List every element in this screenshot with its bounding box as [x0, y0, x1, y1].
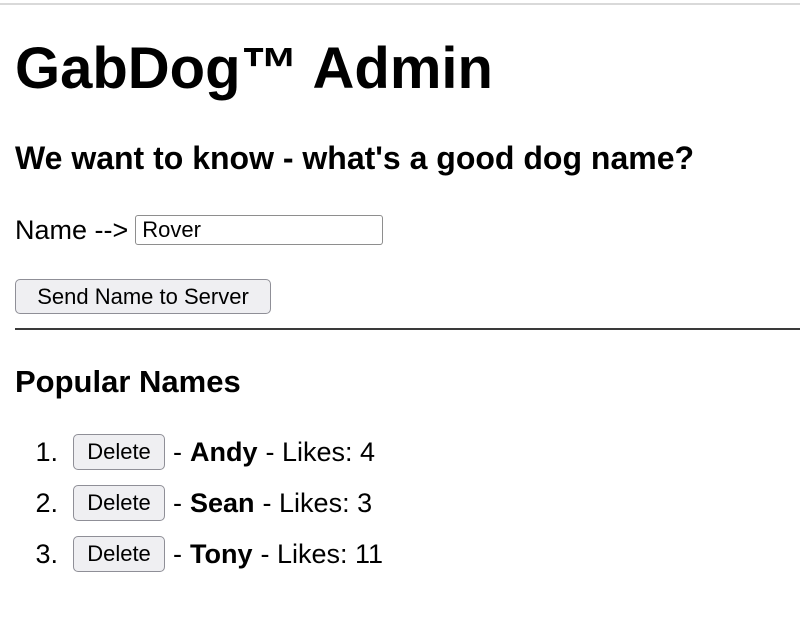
list-item-number: 2. [35, 487, 58, 518]
likes-prefix: - Likes: [265, 436, 353, 467]
delete-button[interactable]: Delete [73, 434, 165, 470]
section-divider [15, 328, 800, 330]
question-heading: We want to know - what's a good dog name… [15, 140, 695, 176]
list-item-number: 1. [35, 436, 58, 467]
dog-name: Sean [190, 487, 255, 518]
name-label: Name --> [15, 214, 129, 245]
send-name-button[interactable]: Send Name to Server [15, 279, 271, 314]
popular-names-heading: Popular Names [15, 364, 241, 399]
dog-name: Andy [190, 436, 258, 467]
delete-button[interactable]: Delete [73, 536, 165, 572]
page-title: GabDog™ Admin [15, 36, 493, 101]
list-item-number: 3. [35, 538, 58, 569]
list-item: 1. Delete - Andy - Likes: 4 [15, 432, 383, 472]
top-border [0, 3, 800, 5]
list-item: 3. Delete - Tony - Likes: 11 [15, 534, 383, 574]
likes-prefix: - Likes: [262, 487, 350, 518]
dog-name: Tony [190, 538, 253, 569]
delete-button[interactable]: Delete [73, 485, 165, 521]
separator: - [173, 436, 182, 467]
name-form-row: Name --> [15, 210, 384, 250]
list-item: 2. Delete - Sean - Likes: 3 [15, 483, 383, 523]
likes-count: 4 [360, 436, 376, 467]
likes-prefix: - Likes: [260, 538, 348, 569]
likes-count: 3 [357, 487, 373, 518]
likes-count: 11 [355, 538, 384, 569]
popular-names-list: 1. Delete - Andy - Likes: 4 2. Delete - … [15, 432, 383, 585]
separator: - [173, 487, 182, 518]
separator: - [173, 538, 182, 569]
name-input[interactable] [135, 215, 384, 245]
